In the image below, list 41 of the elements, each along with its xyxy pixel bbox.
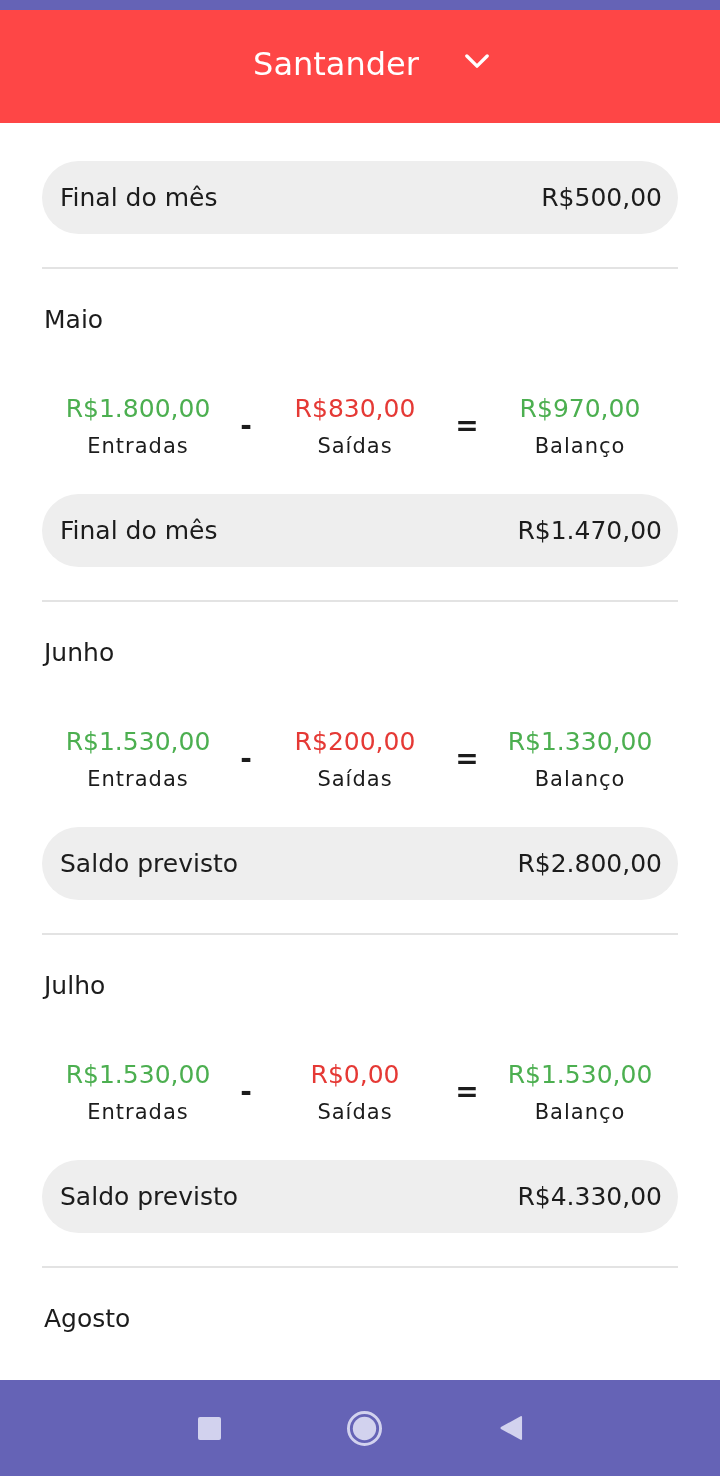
amount-value: R$1.800,00: [65, 393, 211, 425]
amount-value: R$1.530,00: [65, 1059, 211, 1091]
summary-label: Final do mês: [60, 516, 218, 545]
month-name: Maio: [43, 304, 105, 336]
operator-sign: -: [239, 411, 253, 441]
amount-value: R$830,00: [294, 393, 416, 425]
header-title: Santander: [253, 43, 419, 85]
amount-value: R$1.530,00: [507, 1059, 653, 1091]
summary-value: R$500,00: [541, 183, 662, 212]
amount-value: R$970,00: [519, 393, 641, 425]
summary-value: R$1.470,00: [517, 516, 662, 545]
amount-label: Entradas: [87, 1099, 189, 1126]
triangle-icon[interactable]: [499, 1415, 523, 1441]
summary-value: R$4.330,00: [517, 1182, 662, 1211]
month-name: Junho: [42, 637, 116, 669]
amount-label: Entradas: [87, 766, 189, 793]
operator-sign: -: [239, 744, 253, 774]
summary-label: Saldo previsto: [60, 849, 239, 878]
summary-label: Saldo previsto: [60, 1182, 239, 1211]
operator-sign: -: [239, 1077, 253, 1107]
amount-label: Saídas: [317, 766, 393, 793]
summary-value: R$2.800,00: [517, 849, 662, 878]
operator-sign: =: [454, 1077, 480, 1107]
amount-label: Entradas: [87, 433, 189, 460]
square-icon[interactable]: [197, 1416, 221, 1440]
operator-sign: =: [454, 744, 480, 774]
summary-label: Final do mês: [60, 183, 218, 212]
operator-sign: =: [454, 411, 480, 441]
circle-icon[interactable]: [346, 1410, 382, 1446]
chevron-down-icon[interactable]: [464, 54, 489, 69]
amount-value: R$1.330,00: [507, 726, 653, 758]
month-name: Agosto: [43, 1303, 132, 1335]
amount-value: R$0,00: [310, 1059, 400, 1091]
amount-label: Saídas: [317, 1099, 393, 1126]
amount-label: Balanço: [534, 766, 626, 793]
amount-label: Saídas: [317, 433, 393, 460]
amount-label: Balanço: [534, 433, 626, 460]
amount-value: R$1.530,00: [65, 726, 211, 758]
month-name: Julho: [42, 970, 107, 1002]
amount-value: R$200,00: [294, 726, 416, 758]
amount-label: Balanço: [534, 1099, 626, 1126]
